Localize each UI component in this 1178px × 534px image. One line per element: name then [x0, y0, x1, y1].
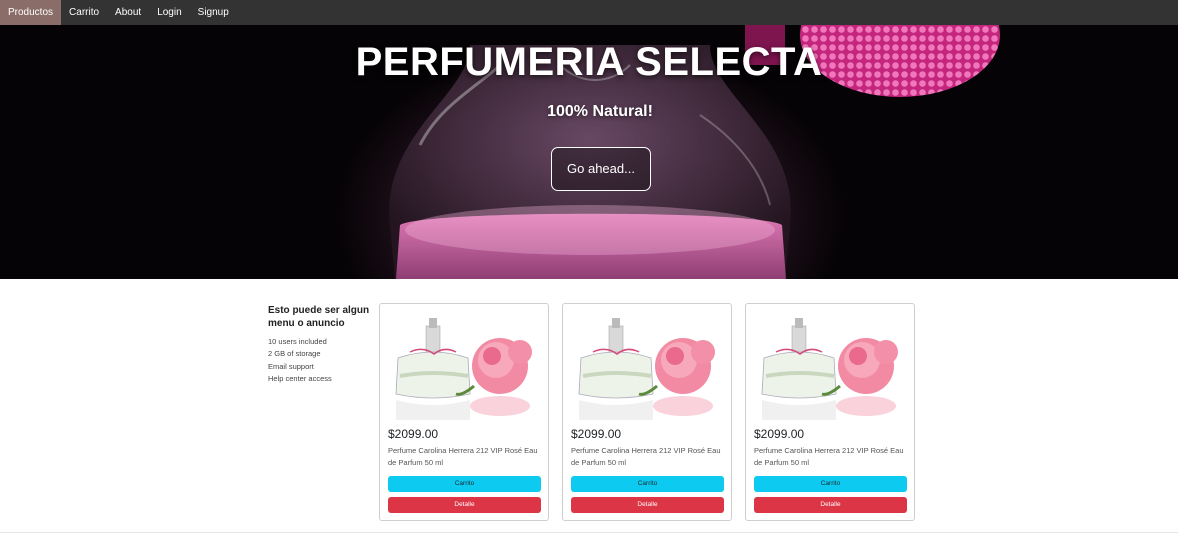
sidebar-list: 10 users included 2 GB of storage Email … [268, 336, 373, 385]
product-image [388, 316, 542, 420]
product-card: $2099.00 Perfume Carolina Herrera 212 VI… [379, 303, 549, 521]
add-to-cart-button[interactable]: Carrito [571, 476, 724, 492]
nav-signup[interactable]: Signup [190, 0, 237, 25]
product-image [754, 316, 908, 420]
sidebar-list-item: Help center access [268, 373, 332, 383]
nav-productos[interactable]: Productos [0, 0, 62, 25]
product-image [571, 316, 725, 420]
product-name: Perfume Carolina Herrera 212 VIP Rosé Ea… [571, 446, 721, 467]
nav-login[interactable]: Login [149, 0, 189, 25]
sidebar-list-item: 10 users included [268, 337, 327, 346]
sidebar-list-item: Email support [268, 361, 314, 371]
nav-about[interactable]: About [107, 0, 149, 25]
go-ahead-button[interactable]: Go ahead... [551, 147, 651, 191]
product-price: $2099.00 [571, 427, 622, 441]
hero-banner: PERFUMERIA SELECTA 100% Natural! Go ahea… [0, 25, 1178, 279]
product-card: $2099.00 Perfume Carolina Herrera 212 VI… [745, 303, 915, 521]
product-price: $2099.00 [754, 427, 805, 441]
product-name: Perfume Carolina Herrera 212 VIP Rosé Ea… [754, 446, 904, 467]
nav-carrito[interactable]: Carrito [61, 0, 107, 25]
hero-subtitle: 100% Natural! [547, 103, 653, 120]
add-to-cart-button[interactable]: Carrito [754, 476, 907, 492]
footer-divider [0, 532, 1178, 533]
product-name: Perfume Carolina Herrera 212 VIP Rosé Ea… [388, 446, 538, 467]
product-price: $2099.00 [388, 427, 439, 441]
detail-button[interactable]: Detalle [388, 497, 541, 513]
detail-button[interactable]: Detalle [571, 497, 724, 513]
sidebar-list-item: 2 GB of storage [268, 349, 321, 359]
sidebar-ad: Esto puede ser algun menu o anuncio 10 u… [268, 304, 373, 385]
top-navbar: Productos Carrito About Login Signup [0, 0, 1178, 25]
product-card: $2099.00 Perfume Carolina Herrera 212 VI… [562, 303, 732, 521]
sidebar-title: Esto puede ser algun menu o anuncio [268, 305, 370, 329]
hero-title: PERFUMERIA SELECTA [355, 40, 823, 84]
detail-button[interactable]: Detalle [754, 497, 907, 513]
add-to-cart-button[interactable]: Carrito [388, 476, 541, 492]
